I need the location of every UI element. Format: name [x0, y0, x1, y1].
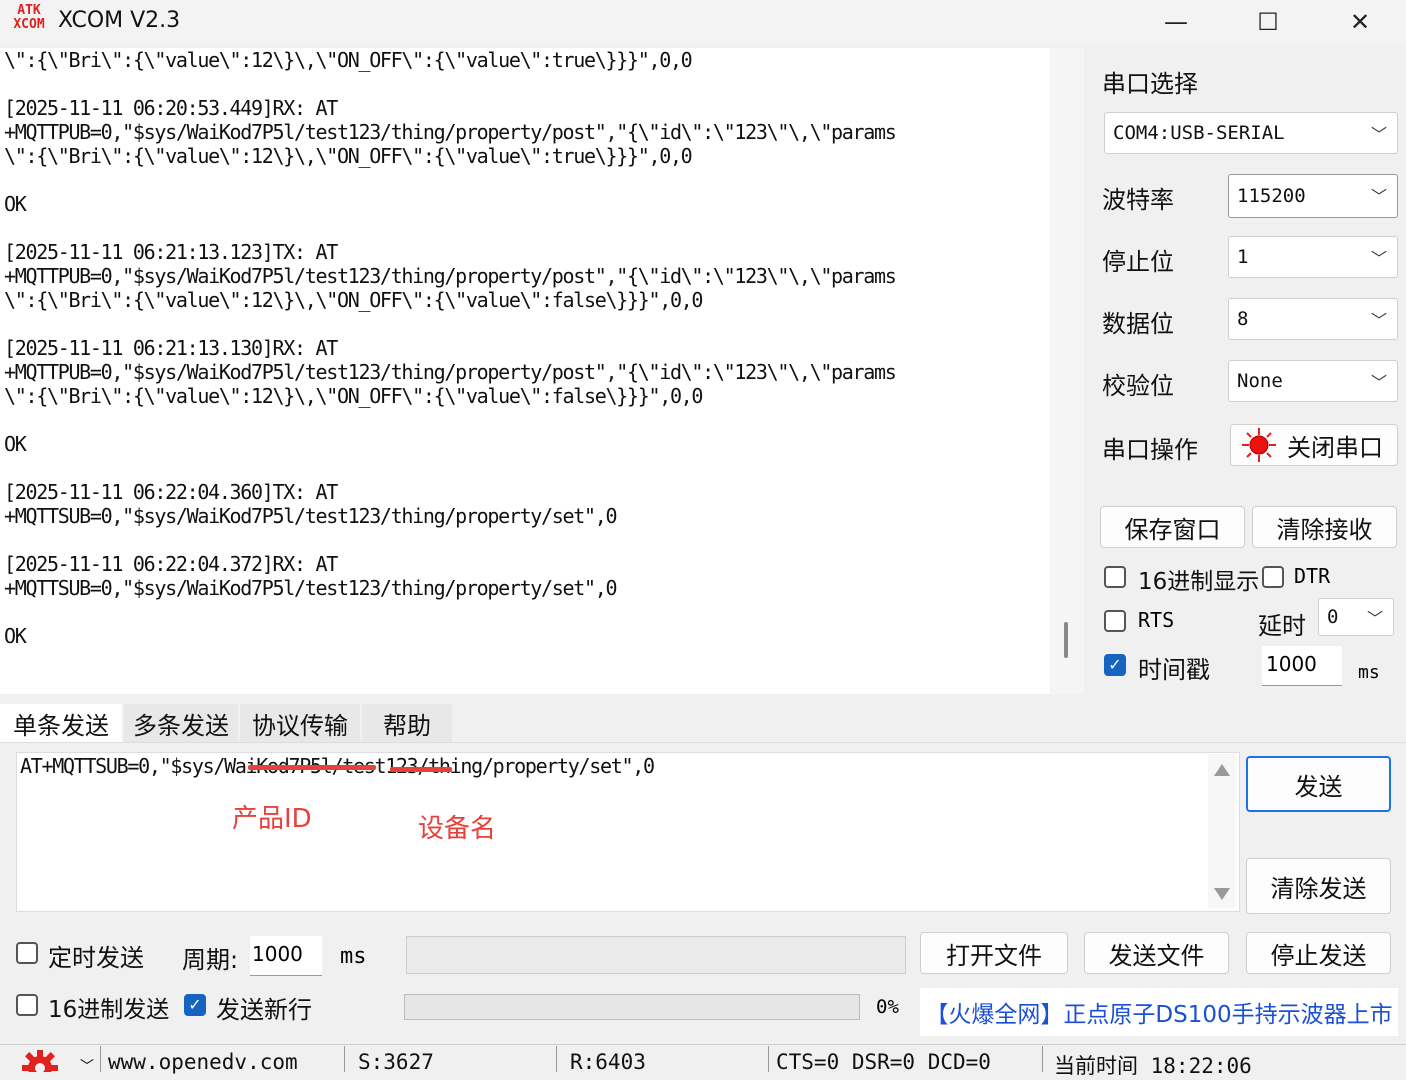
stop-bits-value: 1 — [1237, 246, 1249, 268]
status-divider — [556, 1046, 557, 1072]
status-website[interactable]: www.openedv.com — [108, 1050, 298, 1074]
send-newline-label: 发送新行 — [216, 996, 312, 1024]
ad-banner-link[interactable]: 【火爆全网】正点原子DS100手持示波器上市 — [920, 988, 1398, 1036]
tab-multi-send[interactable]: 多条发送 — [124, 704, 238, 742]
timed-send-checkbox[interactable] — [16, 942, 38, 964]
rts-checkbox[interactable] — [1104, 610, 1126, 632]
receive-scrollbar[interactable] — [1050, 48, 1084, 694]
annotation-product-id: 产品ID — [232, 804, 312, 834]
chevron-down-icon[interactable]: ﹀ — [80, 1056, 94, 1076]
baud-label: 波特率 — [1102, 186, 1174, 214]
chevron-down-icon: ﹀ — [1370, 187, 1387, 206]
delay-select[interactable]: 0 ﹀ — [1318, 598, 1394, 636]
timestamp-unit: ms — [1358, 662, 1380, 683]
open-file-button[interactable]: 打开文件 — [920, 932, 1068, 974]
scroll-down-icon[interactable] — [1214, 888, 1230, 900]
hex-display-label: 16进制显示 — [1138, 569, 1260, 595]
status-sent-count: S:3627 — [358, 1050, 434, 1074]
chevron-down-icon: ﹀ — [1366, 609, 1383, 628]
window-title: XCOM V2.3 — [58, 8, 181, 33]
port-select[interactable]: COM4:USB-SERIAL ﹀ — [1104, 112, 1398, 154]
tab-divider — [0, 742, 1406, 743]
scroll-up-icon[interactable] — [1214, 764, 1230, 776]
file-path-input[interactable] — [406, 936, 906, 974]
atk-logo: ATK XCOM — [13, 3, 45, 32]
clear-receive-button[interactable]: 清除接收 — [1252, 506, 1397, 548]
baud-value: 115200 — [1237, 185, 1306, 207]
data-bits-label: 数据位 — [1102, 310, 1174, 338]
status-divider — [768, 1046, 769, 1072]
port-status-led-icon — [1242, 428, 1276, 462]
maximize-button[interactable]: ☐ — [1236, 0, 1300, 44]
parity-value: None — [1237, 370, 1283, 392]
receive-scroll-thumb[interactable] — [1064, 622, 1068, 658]
receive-text: \":{\"Bri\":{\"value\":12\}\,\"ON_OFF\":… — [4, 48, 897, 648]
chevron-down-icon: ﹀ — [1370, 249, 1387, 268]
stop-send-button[interactable]: 停止发送 — [1246, 932, 1391, 974]
timestamp-interval-input[interactable]: 1000 — [1262, 646, 1342, 686]
period-input[interactable]: 1000 — [250, 936, 322, 976]
status-divider — [344, 1046, 345, 1072]
dtr-checkbox[interactable] — [1262, 566, 1284, 588]
baud-select[interactable]: 115200 ﹀ — [1228, 174, 1398, 218]
port-value: COM4:USB-SERIAL — [1113, 122, 1285, 144]
hex-display-checkbox[interactable] — [1104, 566, 1126, 588]
send-progress-bar — [404, 994, 860, 1020]
annotation-device-name: 设备名 — [418, 814, 497, 844]
chevron-down-icon: ﹀ — [1370, 373, 1387, 392]
gear-icon[interactable] — [22, 1050, 58, 1072]
port-label: 串口选择 — [1102, 70, 1198, 98]
tab-help[interactable]: 帮助 — [362, 704, 452, 742]
parity-select[interactable]: None ﹀ — [1228, 360, 1398, 402]
send-newline-checkbox[interactable]: ✓ — [184, 994, 206, 1016]
close-button[interactable]: ✕ — [1328, 0, 1392, 44]
save-window-button[interactable]: 保存窗口 — [1100, 506, 1245, 548]
close-port-label: 关闭串口 — [1287, 433, 1383, 462]
status-line-signals: CTS=0 DSR=0 DCD=0 — [776, 1050, 991, 1074]
data-bits-value: 8 — [1237, 308, 1249, 330]
minimize-button[interactable]: — — [1144, 0, 1208, 44]
delay-label: 延时 — [1258, 612, 1306, 640]
timestamp-checkbox[interactable]: ✓ — [1104, 654, 1126, 676]
status-received-count: R:6403 — [570, 1050, 646, 1074]
close-port-button[interactable]: 关闭串口 — [1230, 424, 1398, 466]
timed-send-label: 定时发送 — [48, 944, 144, 972]
stop-bits-select[interactable]: 1 ﹀ — [1228, 236, 1398, 278]
clear-send-button[interactable]: 清除发送 — [1246, 858, 1391, 914]
delay-value: 0 — [1327, 606, 1339, 628]
status-divider — [100, 1046, 101, 1072]
timestamp-label: 时间戳 — [1138, 656, 1210, 684]
checkmark-icon: ✓ — [1108, 655, 1122, 674]
send-button[interactable]: 发送 — [1246, 756, 1391, 812]
data-bits-select[interactable]: 8 ﹀ — [1228, 298, 1398, 340]
checkmark-icon: ✓ — [188, 995, 202, 1014]
hex-send-label: 16进制发送 — [48, 997, 170, 1023]
rts-label: RTS — [1138, 608, 1175, 632]
send-file-button[interactable]: 发送文件 — [1084, 932, 1229, 974]
period-unit: ms — [340, 944, 367, 969]
redaction-line-device-name — [390, 767, 452, 772]
progress-percent: 0% — [876, 996, 899, 1018]
dtr-label: DTR — [1294, 564, 1331, 588]
stop-bits-label: 停止位 — [1102, 248, 1174, 276]
status-current-time: 当前时间 18:22:06 — [1054, 1054, 1252, 1078]
parity-label: 校验位 — [1102, 372, 1174, 400]
period-label: 周期: — [182, 946, 239, 974]
port-operation-label: 串口操作 — [1102, 436, 1198, 464]
chevron-down-icon: ﹀ — [1370, 311, 1387, 330]
hex-send-checkbox[interactable] — [16, 994, 38, 1016]
tab-protocol[interactable]: 协议传输 — [240, 704, 360, 742]
tab-single-send[interactable]: 单条发送 — [0, 704, 122, 742]
send-scrollbar[interactable] — [1208, 754, 1236, 908]
chevron-down-icon: ﹀ — [1370, 125, 1387, 144]
receive-area[interactable]: \":{\"Bri\":{\"value\":12\}\,\"ON_OFF\":… — [0, 48, 1050, 694]
redaction-line-product-id — [248, 765, 376, 770]
status-divider — [1042, 1046, 1043, 1072]
